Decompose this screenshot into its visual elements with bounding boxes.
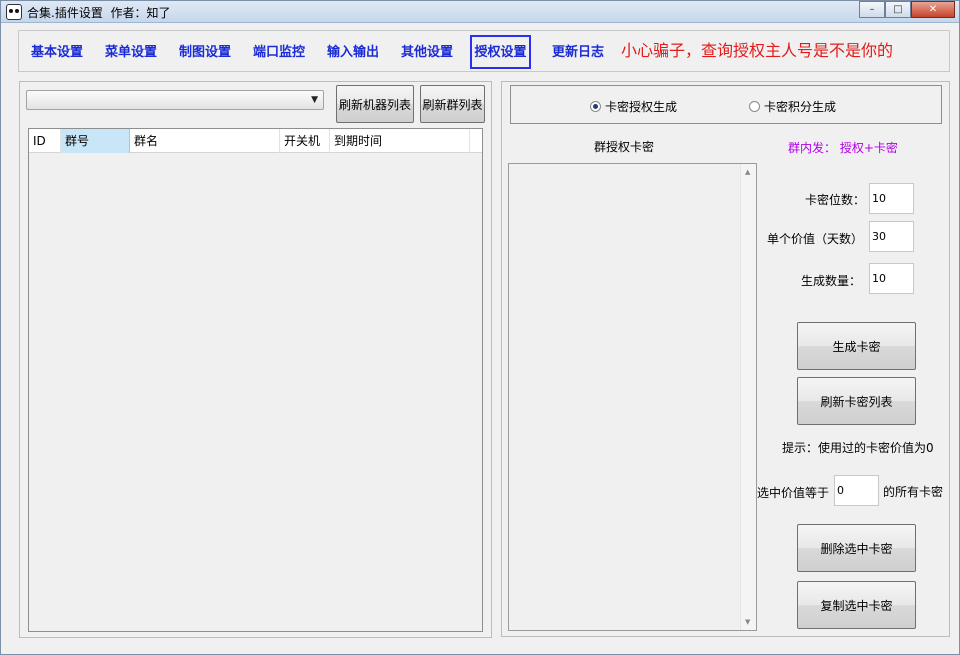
window-controls: – □ ✕ (859, 1, 955, 19)
unit-value-label: 单个价值（天数） (767, 232, 864, 246)
used-card-tip: 提示：使用过的卡密价值为0 (782, 441, 934, 455)
generate-count-label: 生成数量： (801, 274, 862, 288)
in-group-command-hint: 群内发： 授权+卡密 (788, 141, 898, 155)
generate-count-input[interactable]: 10 (869, 263, 914, 294)
column-header-group-name[interactable]: 群名 (130, 129, 280, 153)
radio-selected-icon (590, 101, 601, 112)
title-bar: 合集.插件设置 作者：知了 – □ ✕ (1, 1, 959, 23)
scam-warning-text: 小心骗子，查询授权主人号是不是你的 (621, 41, 894, 60)
tab-other-settings[interactable]: 其他设置 (395, 35, 459, 69)
window-title: 合集.插件设置 作者：知了 (27, 6, 171, 20)
group-table[interactable]: ID 群号 群名 开关机 到期时间 (28, 128, 483, 632)
card-key-panel: 卡密授权生成 卡密积分生成 群授权卡密 群内发： 授权+卡密 ▲ ▼ 卡密位数：… (501, 81, 950, 637)
scroll-up-icon[interactable]: ▲ (745, 168, 750, 176)
radio-card-auth[interactable]: 卡密授权生成 (590, 98, 677, 115)
card-digits-label: 卡密位数： (805, 193, 866, 207)
select-value-label: 选中价值等于 (757, 486, 830, 500)
card-list-title: 群授权卡密 (594, 140, 655, 154)
generate-cards-button[interactable]: 生成卡密 (797, 322, 916, 370)
card-list-scrollbar[interactable]: ▲ ▼ (740, 164, 756, 630)
close-button[interactable]: ✕ (911, 1, 955, 18)
unit-value-input[interactable]: 30 (869, 221, 914, 252)
group-list-panel: ▼ 刷新机器列表 刷新群列表 ID 群号 群名 开关机 到期时间 (19, 81, 492, 638)
tab-input-output[interactable]: 输入输出 (321, 35, 385, 69)
tab-port-monitor[interactable]: 端口监控 (247, 35, 311, 69)
app-window: 合集.插件设置 作者：知了 – □ ✕ 基本设置 菜单设置 制图设置 端口监控 … (0, 0, 960, 655)
maximize-button[interactable]: □ (885, 1, 911, 18)
refresh-groups-button[interactable]: 刷新群列表 (420, 85, 485, 123)
column-header-power[interactable]: 开关机 (280, 129, 330, 153)
tab-bar: 基本设置 菜单设置 制图设置 端口监控 输入输出 其他设置 授权设置 更新日志 … (18, 30, 950, 72)
tab-authorization-settings[interactable]: 授权设置 (470, 35, 531, 69)
chevron-down-icon: ▼ (311, 95, 318, 105)
generation-mode-group: 卡密授权生成 卡密积分生成 (510, 85, 942, 124)
tab-menu-settings[interactable]: 菜单设置 (99, 35, 163, 69)
radio-card-points[interactable]: 卡密积分生成 (749, 98, 836, 115)
tab-basic-settings[interactable]: 基本设置 (25, 35, 89, 69)
tab-update-log[interactable]: 更新日志 (546, 35, 610, 69)
tab-drawing-settings[interactable]: 制图设置 (173, 35, 237, 69)
panda-app-icon (6, 4, 22, 20)
delete-selected-cards-button[interactable]: 删除选中卡密 (797, 524, 916, 572)
column-header-group-number[interactable]: 群号 (61, 129, 130, 153)
radio-card-points-label: 卡密积分生成 (764, 100, 837, 114)
copy-selected-cards-button[interactable]: 复制选中卡密 (797, 581, 916, 629)
column-header-id[interactable]: ID (29, 129, 61, 153)
refresh-robots-button[interactable]: 刷新机器列表 (336, 85, 414, 123)
card-digits-input[interactable]: 10 (869, 183, 914, 214)
robot-select-dropdown[interactable]: ▼ (26, 90, 324, 110)
radio-card-auth-label: 卡密授权生成 (605, 100, 678, 114)
scroll-down-icon[interactable]: ▼ (745, 618, 750, 626)
refresh-cards-button[interactable]: 刷新卡密列表 (797, 377, 916, 425)
card-key-list[interactable]: ▲ ▼ (508, 163, 757, 631)
select-value-suffix: 的所有卡密 (883, 485, 944, 499)
select-value-input[interactable]: 0 (834, 475, 879, 506)
column-header-expire-time[interactable]: 到期时间 (330, 129, 470, 153)
group-table-header: ID 群号 群名 开关机 到期时间 (29, 129, 482, 153)
radio-unselected-icon (749, 101, 760, 112)
minimize-button[interactable]: – (859, 1, 885, 18)
